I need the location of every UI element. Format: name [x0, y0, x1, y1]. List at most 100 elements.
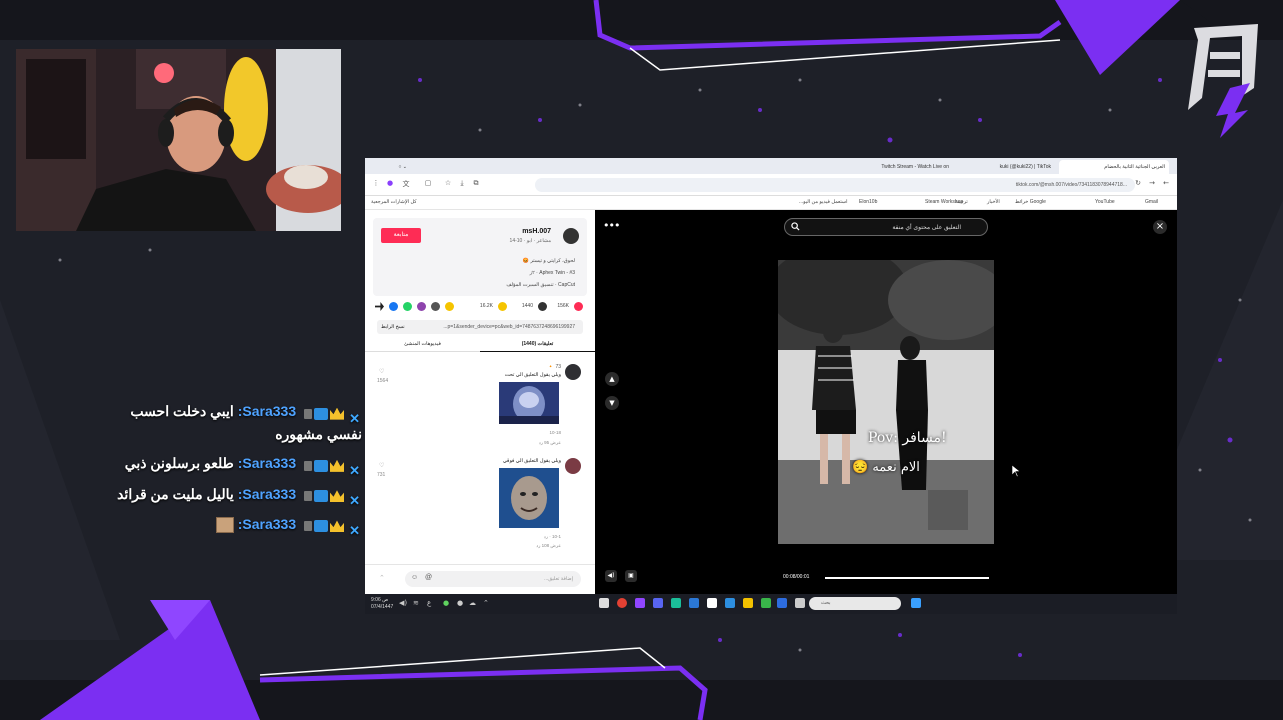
share-facebook-icon[interactable]: [389, 302, 398, 311]
chat-message: ✕ Sara333: ايبي دخلت احسب نفسي مشهوره: [112, 400, 362, 445]
chat-username: Sara333:: [237, 403, 297, 419]
app-icon[interactable]: [599, 598, 609, 608]
translate-icon[interactable]: 文: [401, 179, 411, 189]
window-controls[interactable]: ⌄ ○: [371, 160, 411, 174]
avatar[interactable]: [565, 364, 581, 380]
chevron-down-icon[interactable]: ▼: [605, 396, 619, 410]
app-icon[interactable]: [761, 598, 771, 608]
comment-icon[interactable]: [538, 302, 547, 311]
post-music[interactable]: Aphex Twin - #3 · ٢ز: [530, 270, 575, 276]
heart-icon[interactable]: ♡: [379, 462, 384, 469]
cloud-icon[interactable]: ☁: [469, 599, 476, 607]
playback-time: 00:08/00:01: [783, 574, 810, 580]
video-player: ••• التعليق على محتوى أي منقة × ▲ ▼ Pov:…: [595, 210, 1177, 594]
view-replies[interactable]: عرض 95 رد: [539, 440, 561, 446]
bookmark-item[interactable]: استعمل فيديو من اليو...: [799, 199, 848, 205]
bookmark-star-icon[interactable]: ☆: [443, 179, 453, 187]
avatar[interactable]: [563, 228, 579, 244]
search-icon[interactable]: [791, 222, 800, 231]
wifi-icon[interactable]: ≋: [413, 599, 419, 607]
more-options-icon[interactable]: •••: [603, 219, 620, 232]
copy-link-button[interactable]: نسخ الرابط: [381, 320, 405, 334]
folder-icon[interactable]: [743, 598, 753, 608]
reload-icon[interactable]: ↻: [1133, 179, 1143, 187]
share-messenger-icon[interactable]: [417, 302, 426, 311]
bookmark-item[interactable]: كل الإشارات المرجعية: [371, 199, 417, 205]
app-icon[interactable]: [795, 598, 805, 608]
share-gold-icon[interactable]: [445, 302, 454, 311]
view-replies[interactable]: عرض 108 رد: [536, 543, 561, 549]
save-icon[interactable]: [498, 302, 507, 311]
share-whatsapp-icon[interactable]: [403, 302, 412, 311]
crown-badge-icon: [330, 490, 344, 503]
search-input[interactable]: التعليق على محتوى أي منقة: [784, 218, 988, 236]
channel-logo: [1188, 24, 1258, 138]
comment-image[interactable]: [499, 382, 559, 424]
extensions-icon[interactable]: ⧉: [471, 179, 481, 188]
video-frame[interactable]: Pov: مسافر! الام نعمه 😔: [778, 260, 994, 544]
app-icon[interactable]: [777, 598, 787, 608]
chat-badges: ✕: [304, 401, 362, 426]
tab-search-icon[interactable]: ▢: [423, 179, 433, 187]
app-icon[interactable]: [671, 598, 681, 608]
extension-icon[interactable]: ●: [385, 179, 395, 187]
tab-tiktok[interactable]: kuki (@kuki22) | TikTok: [955, 160, 1055, 174]
mouse-cursor-icon: [1012, 465, 1020, 477]
tab-comments[interactable]: تعليقات (1440): [480, 341, 595, 352]
emote-icon: [215, 517, 234, 534]
chevron-up-icon[interactable]: ▲: [605, 372, 619, 386]
volume-icon[interactable]: ◀): [605, 570, 617, 582]
comment-image[interactable]: [499, 468, 559, 528]
taskbar-search[interactable]: بحث: [809, 597, 901, 610]
tab-creator-videos[interactable]: فيديوهات المنشئ: [365, 341, 480, 347]
share-more-icon[interactable]: [431, 302, 440, 311]
comment-count: 1440: [521, 303, 533, 309]
tab-twitch[interactable]: Twitch Stream - Watch Live on: [857, 160, 953, 174]
mention-icon[interactable]: @: [425, 574, 432, 581]
browser-window: ⌄ ○ Twitch Stream - Watch Live on kuki (…: [365, 158, 1177, 594]
tray-chevron-icon[interactable]: ⌃: [483, 599, 489, 607]
bookmark-item[interactable]: Elon10b: [859, 199, 877, 205]
forward-icon[interactable]: →: [1147, 179, 1157, 187]
edge-icon[interactable]: [689, 598, 699, 608]
share-arrow-icon[interactable]: [375, 302, 384, 311]
crown-badge-icon: [330, 520, 344, 533]
share-link[interactable]: ...p=1&sender_device=pc&web_id=748763724…: [377, 320, 583, 334]
bookmark-item[interactable]: YouTube: [1095, 199, 1115, 205]
webcam-feed: [16, 49, 341, 231]
taskbar-clock[interactable]: 9:06 ص 07/4/1447: [371, 597, 393, 611]
discord-icon[interactable]: [653, 598, 663, 608]
comment-tabs: تعليقات (1440) فيديوهات المنشئ: [365, 338, 595, 352]
url-field[interactable]: tiktok.com/@msh.007/video/73411830789447…: [535, 178, 1135, 192]
comment-item: ويلي يقول التعليق الي فوقي 10-1 · رد عرض…: [365, 454, 595, 550]
heart-icon[interactable]: ♡: [379, 368, 384, 375]
emoji-icon[interactable]: ☺: [411, 574, 418, 581]
picture-in-picture-icon[interactable]: ▣: [625, 570, 637, 582]
menu-icon[interactable]: ⋮: [371, 179, 381, 187]
like-icon[interactable]: [574, 302, 583, 311]
bookmark-item[interactable]: الأخبار: [987, 199, 1000, 205]
back-icon[interactable]: ←: [1161, 179, 1171, 187]
follow-button[interactable]: متابعة: [381, 228, 421, 243]
notepad-icon[interactable]: [707, 598, 717, 608]
language-icon[interactable]: ع: [427, 599, 431, 607]
tray-app-icon[interactable]: ●: [457, 599, 463, 607]
mic-icon[interactable]: ●: [443, 599, 449, 607]
chrome-icon[interactable]: [617, 598, 627, 608]
obs-icon[interactable]: [635, 598, 645, 608]
volume-tray-icon[interactable]: ◀): [399, 599, 407, 607]
post-username[interactable]: msH.007: [522, 228, 551, 235]
avatar[interactable]: [565, 458, 581, 474]
download-icon[interactable]: ⤓: [457, 179, 467, 188]
app-icon[interactable]: [725, 598, 735, 608]
bookmark-item[interactable]: Google خرائط: [1015, 199, 1046, 205]
start-icon[interactable]: [911, 598, 921, 608]
progress-slider[interactable]: [825, 577, 989, 579]
post-template[interactable]: CapCut · تنسيق السبرت المؤلف: [506, 282, 575, 288]
bookmark-item[interactable]: Gmail: [1145, 199, 1158, 205]
post-comment-icon[interactable]: ⌃: [379, 574, 385, 582]
tab-active[interactable]: العربي الجنائية الثانية بالحضام: [1059, 160, 1169, 174]
comment-author[interactable]: 73 🔸: [548, 364, 561, 370]
close-icon[interactable]: ×: [1153, 220, 1167, 234]
bookmark-item[interactable]: Steam Workshop: [925, 199, 963, 205]
